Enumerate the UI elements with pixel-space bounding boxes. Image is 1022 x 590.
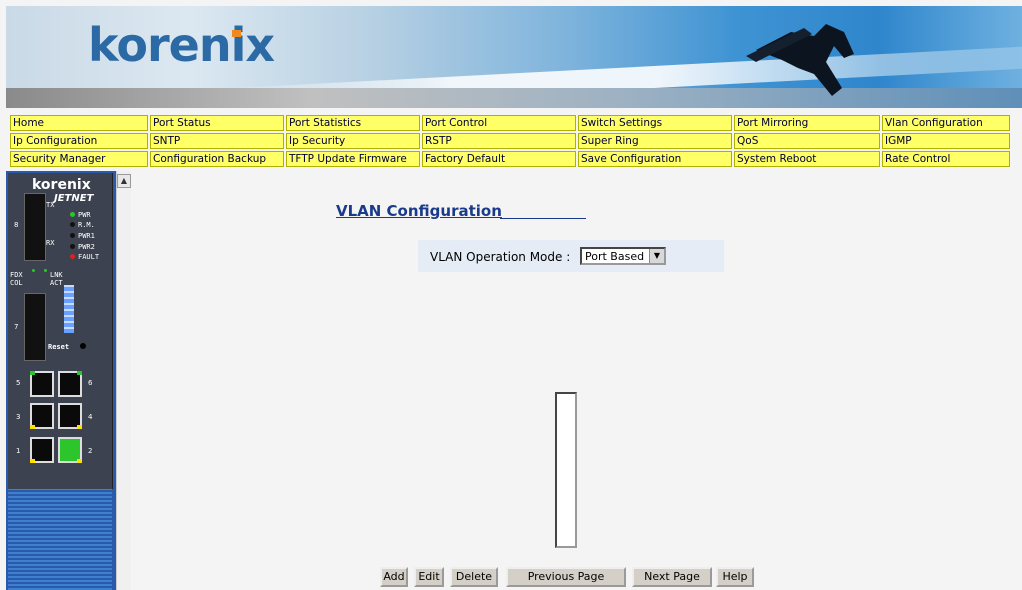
port-label-8: 8 — [14, 221, 19, 229]
menu-item-rate-control[interactable]: Rate Control — [882, 151, 1010, 167]
fiber-port-8[interactable] — [24, 193, 46, 261]
dip-switch[interactable] — [64, 285, 74, 333]
rj45-port-4[interactable] — [58, 403, 82, 429]
menu-item-save-configuration[interactable]: Save Configuration — [578, 151, 732, 167]
port-label-3: 3 — [16, 413, 21, 421]
device-logo: korenix — [32, 177, 91, 193]
rj45-port-2[interactable] — [58, 437, 82, 463]
vlan-mode-label: VLAN Operation Mode : — [430, 250, 571, 264]
menu-item-port-status[interactable]: Port Status — [150, 115, 284, 131]
help-button[interactable]: Help — [716, 567, 754, 587]
port-label-6: 6 — [88, 379, 93, 387]
menu-item-ip-security[interactable]: Ip Security — [286, 133, 420, 149]
edit-button[interactable]: Edit — [414, 567, 444, 587]
rj45-port-1[interactable] — [30, 437, 54, 463]
sidebar-stripes — [8, 489, 112, 590]
menu-item-igmp[interactable]: IGMP — [882, 133, 1010, 149]
menu-item-factory-default[interactable]: Factory Default — [422, 151, 576, 167]
led-pwr2 — [70, 244, 75, 249]
menu-item-port-control[interactable]: Port Control — [422, 115, 576, 131]
fdx-col-label: FDX COL — [10, 271, 23, 287]
port-label-1: 1 — [16, 447, 21, 455]
rj45-port-5[interactable] — [30, 371, 54, 397]
menu-item-port-mirroring[interactable]: Port Mirroring — [734, 115, 880, 131]
menu-item-super-ring[interactable]: Super Ring — [578, 133, 732, 149]
previous-page-button[interactable]: Previous Page — [506, 567, 626, 587]
menu-item-system-reboot[interactable]: System Reboot — [734, 151, 880, 167]
menu-item-switch-settings[interactable]: Switch Settings — [578, 115, 732, 131]
port-label-4: 4 — [88, 413, 93, 421]
header-banner: korenix — [6, 6, 1022, 108]
vlan-list-box[interactable] — [555, 392, 577, 548]
sidebar-scrollbar[interactable] — [116, 171, 131, 590]
led-label-pwr2: PWR2 — [78, 243, 95, 251]
menu-item-configuration-backup[interactable]: Configuration Backup — [150, 151, 284, 167]
led-fault — [70, 254, 75, 259]
rj45-port-3[interactable] — [30, 403, 54, 429]
menu-item-home[interactable]: Home — [10, 115, 148, 131]
led-pwr1 — [70, 233, 75, 238]
surfer-graphic — [746, 24, 854, 96]
fiber-port-7[interactable] — [24, 293, 46, 361]
delete-button[interactable]: Delete — [450, 567, 498, 587]
reset-button[interactable] — [80, 343, 86, 349]
led-pwr — [70, 212, 75, 217]
port-label-7: 7 — [14, 323, 19, 331]
device-panel: korenix JETNET 8 TX RX PWR R.M. PWR1 PWR… — [8, 173, 113, 489]
led-label-pwr: PWR — [78, 211, 91, 219]
menu-item-vlan-configuration[interactable]: Vlan Configuration — [882, 115, 1010, 131]
led-rm — [70, 222, 75, 227]
title-underline — [500, 218, 586, 219]
menu-item-qos[interactable]: QoS — [734, 133, 880, 149]
vlan-mode-value: Port Based — [585, 250, 645, 263]
menu-item-tftp-update-firmware[interactable]: TFTP Update Firmware — [286, 151, 420, 167]
next-page-button[interactable]: Next Page — [632, 567, 712, 587]
port-label-5: 5 — [16, 379, 21, 387]
reset-label: Reset — [48, 343, 70, 351]
menu-item-ip-configuration[interactable]: Ip Configuration — [10, 133, 148, 149]
menu-item-port-statistics[interactable]: Port Statistics — [286, 115, 420, 131]
led-lnk — [44, 269, 47, 272]
port-label-2: 2 — [88, 447, 93, 455]
chevron-down-icon[interactable]: ▼ — [649, 249, 664, 263]
add-button[interactable]: Add — [380, 567, 408, 587]
menu-item-rstp[interactable]: RSTP — [422, 133, 576, 149]
vlan-mode-select[interactable]: Port Based ▼ — [580, 247, 666, 265]
rj45-port-6[interactable] — [58, 371, 82, 397]
led-label-fault: FAULT — [78, 253, 100, 261]
fiber-rx-label: RX — [46, 239, 55, 247]
fiber-tx-label: TX — [46, 201, 55, 209]
led-label-rm: R.M. — [78, 221, 95, 229]
korenix-logo: korenix — [88, 18, 275, 72]
scroll-up-arrow-icon[interactable]: ▲ — [117, 174, 131, 188]
page-title: VLAN Configuration — [336, 202, 502, 220]
menu-item-security-manager[interactable]: Security Manager — [10, 151, 148, 167]
device-model: JETNET — [54, 193, 94, 204]
led-fdx — [32, 269, 35, 272]
menu-item-sntp[interactable]: SNTP — [150, 133, 284, 149]
logo-accent — [232, 30, 241, 37]
led-label-pwr1: PWR1 — [78, 232, 95, 240]
main-menu: Home Port Status Port Statistics Port Co… — [8, 113, 1012, 169]
